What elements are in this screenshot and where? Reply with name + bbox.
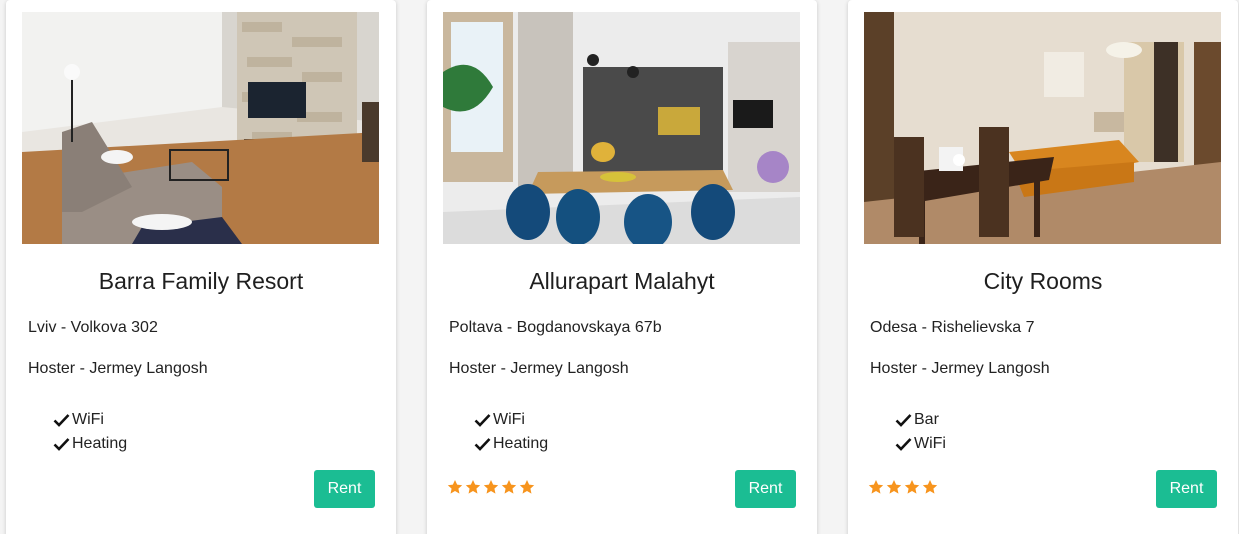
listings-grid: Barra Family Resort Lviv - Volkova 302 H… <box>0 0 1239 534</box>
listing-photo[interactable] <box>864 12 1221 244</box>
listing-address: Lviv - Volkova 302 <box>28 319 158 336</box>
feature-item: Heating <box>474 432 801 456</box>
feature-label: Heating <box>72 435 128 452</box>
feature-item: Heating <box>53 432 380 456</box>
listing-address: Odesa - Rishelievska 7 <box>870 319 1035 336</box>
rating-stars <box>447 479 535 495</box>
feature-label: WiFi <box>493 411 525 428</box>
feature-list: WiFi Heating <box>53 408 380 456</box>
card-footer: Rent <box>22 470 380 508</box>
feature-item: WiFi <box>474 408 801 432</box>
star-icon <box>447 480 463 494</box>
listing-title: City Rooms <box>983 268 1103 294</box>
listing-card: Barra Family Resort Lviv - Volkova 302 H… <box>6 0 396 534</box>
check-icon <box>474 438 491 451</box>
card-footer: Rent <box>864 470 1222 508</box>
star-icon <box>465 480 481 494</box>
star-icon <box>519 480 535 494</box>
rent-button[interactable]: Rent <box>314 470 375 508</box>
check-icon <box>474 414 491 427</box>
listing-title: Barra Family Resort <box>98 268 304 294</box>
feature-label: Heating <box>493 435 549 452</box>
star-icon <box>501 480 517 494</box>
feature-item: Bar <box>895 408 1222 432</box>
check-icon <box>53 438 70 451</box>
listing-hoster: Hoster - Jermey Langosh <box>28 360 208 377</box>
star-icon <box>886 480 902 494</box>
star-icon <box>922 480 938 494</box>
rating-stars <box>868 479 938 495</box>
listing-title: Allurapart Malahyt <box>529 268 715 294</box>
check-icon <box>895 438 912 451</box>
feature-list: WiFi Heating <box>474 408 801 456</box>
listing-photo[interactable] <box>443 12 800 244</box>
listing-address: Poltava - Bogdanovskaya 67b <box>449 319 662 336</box>
feature-item: WiFi <box>53 408 380 432</box>
check-icon <box>53 414 70 427</box>
listing-hoster: Hoster - Jermey Langosh <box>870 360 1050 377</box>
star-icon <box>868 480 884 494</box>
star-icon <box>483 480 499 494</box>
feature-list: Bar WiFi <box>895 408 1222 456</box>
feature-label: Bar <box>914 411 939 428</box>
feature-label: WiFi <box>914 435 946 452</box>
feature-label: WiFi <box>72 411 104 428</box>
card-footer: Rent <box>443 470 801 508</box>
listing-photo[interactable] <box>22 12 379 244</box>
listing-hoster: Hoster - Jermey Langosh <box>449 360 629 377</box>
listing-card: City Rooms Odesa - Rishelievska 7 Hoster… <box>848 0 1238 534</box>
check-icon <box>895 414 912 427</box>
listing-card: Allurapart Malahyt Poltava - Bogdanovska… <box>427 0 817 534</box>
rent-button[interactable]: Rent <box>1156 470 1217 508</box>
feature-item: WiFi <box>895 432 1222 456</box>
rent-button[interactable]: Rent <box>735 470 796 508</box>
star-icon <box>904 480 920 494</box>
